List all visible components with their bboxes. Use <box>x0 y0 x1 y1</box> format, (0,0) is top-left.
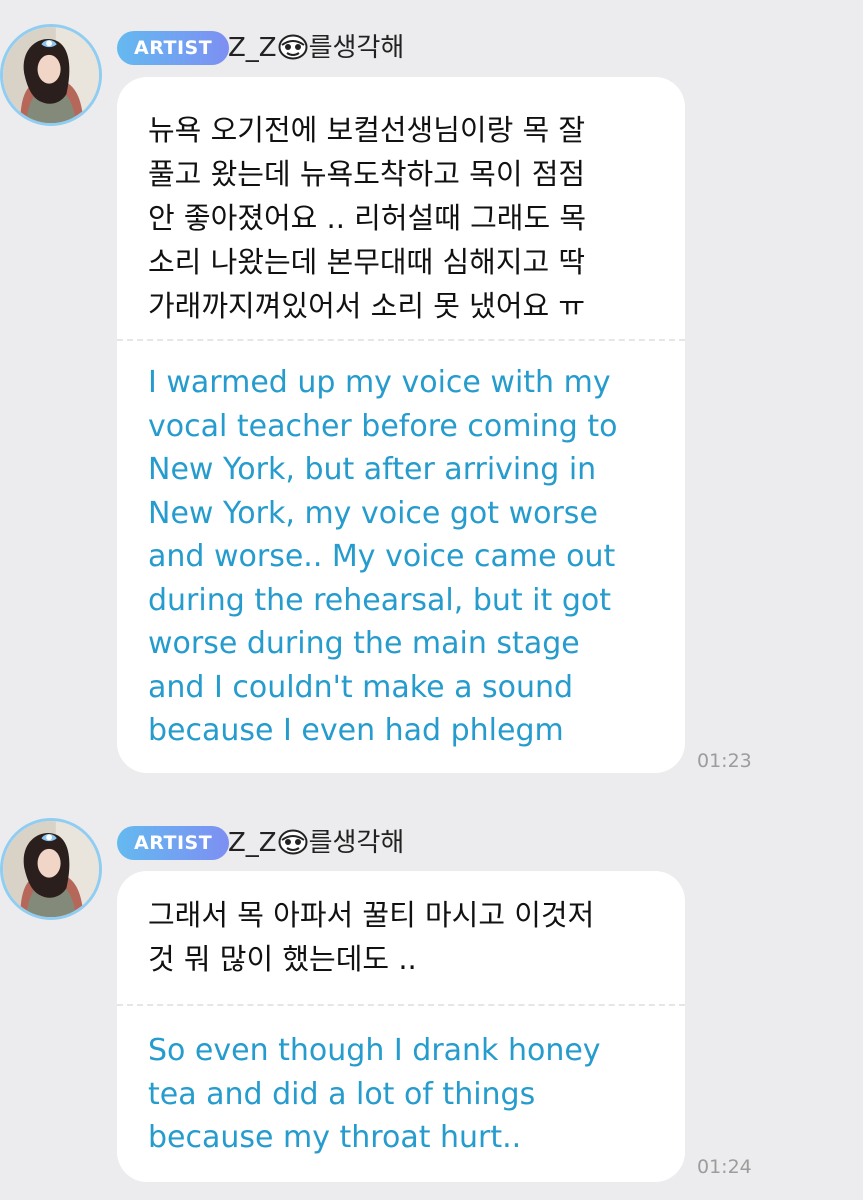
artist-badge: ARTIST <box>117 826 230 860</box>
original-korean-text: 그래서 목 아파서 꿀티 마시고 이것저 것 뭐 많이 했는데도 .. <box>148 898 595 976</box>
message-bubble[interactable]: 뉴욕 오기전에 보컬선생님이랑 목 잘 풀고 왔는데 뉴욕도착하고 목이 점점 … <box>117 77 685 773</box>
sender-name-prefix: Z_Z <box>228 33 277 63</box>
artist-badge: ARTIST <box>117 31 230 65</box>
artist-avatar[interactable] <box>0 24 102 126</box>
sender-name-suffix: 를생각해 <box>308 828 405 858</box>
sender-name-suffix: 를생각해 <box>308 33 405 63</box>
sticker-face-icon <box>278 33 308 71</box>
sender-name: Z_Z 를생각해 <box>228 29 404 67</box>
message-bubble[interactable]: 그래서 목 아파서 꿀티 마시고 이것저 것 뭐 많이 했는데도 .. So e… <box>117 871 685 1182</box>
message-timestamp: 01:23 <box>697 750 752 772</box>
translation-text: I warmed up my voice with my vocal teach… <box>148 365 618 748</box>
sender-name-prefix: Z_Z <box>228 828 277 858</box>
message-timestamp: 01:24 <box>697 1156 752 1178</box>
avatar-photo-icon <box>3 821 99 917</box>
avatar-photo-icon <box>3 27 99 123</box>
sticker-face-icon <box>278 828 308 866</box>
original-korean-text: 뉴욕 오기전에 보컬선생님이랑 목 잘 풀고 왔는데 뉴욕도착하고 목이 점점 … <box>148 113 587 323</box>
translation-text: So even though I drank honey tea and did… <box>148 1033 601 1155</box>
sender-name: Z_Z 를생각해 <box>228 824 404 862</box>
artist-avatar[interactable] <box>0 818 102 920</box>
